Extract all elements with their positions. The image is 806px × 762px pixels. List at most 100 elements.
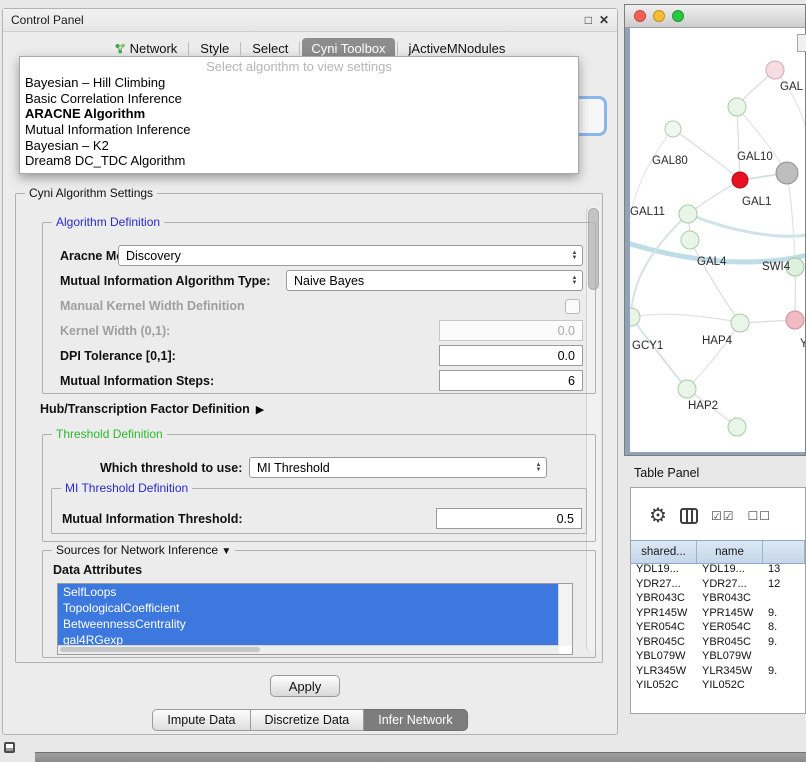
attribute-list-item[interactable]: BetweennessCentrality [58,616,559,632]
which-threshold-select[interactable]: MI Threshold [249,457,547,478]
network-node[interactable] [728,98,746,116]
network-edge[interactable] [690,240,739,321]
mi-type-select[interactable]: Naive Bayes [286,270,583,291]
algorithm-option[interactable]: Mutual Information Inference [20,122,578,138]
panel-corner-icon[interactable] [4,742,15,753]
network-node[interactable] [679,205,697,223]
column-header[interactable]: shared... [631,541,697,563]
table-cell: YDL19... [631,562,697,577]
table-cell: YER054C [697,620,763,635]
table-row[interactable]: YPR145WYPR145W9. [631,606,805,621]
network-edge[interactable] [630,129,673,218]
table-row[interactable]: YBR045CYBR045C9. [631,635,805,650]
zoom-traffic-light-icon[interactable] [672,10,684,22]
node-label: GAL10 [737,151,773,163]
network-graph[interactable]: GALGAL80GAL10GAL1GAL11SWI4GAL4GCY1HAP4HA… [630,28,805,452]
data-attributes-list[interactable]: SelfLoopsTopologicalCoefficientBetweenne… [57,583,573,655]
scrollbar-thumb[interactable] [60,647,260,652]
network-edge[interactable] [737,107,740,179]
network-node[interactable] [681,231,699,249]
table-cell: YDR27... [697,577,763,592]
network-edge[interactable] [690,180,740,213]
minimize-traffic-light-icon[interactable] [653,10,665,22]
unchecked-boxes-icon[interactable]: ☐☐ [747,509,771,523]
close-icon[interactable]: ✕ [599,13,609,27]
threshold-definition-title: Threshold Definition [52,427,167,441]
network-edge[interactable] [787,173,795,266]
attribute-list-item[interactable]: TopologicalCoefficient [58,600,559,616]
table-row[interactable]: YIL052CYIL052C [631,678,805,693]
algorithm-option[interactable]: Bayesian – K2 [20,138,578,154]
kernel-width-label: Kernel Width (0,1): [60,323,170,339]
float-window-icon[interactable]: □ [585,13,592,27]
table-cell: 12 [763,577,805,592]
which-threshold-value: MI Threshold [257,461,330,475]
network-edge[interactable] [631,317,686,388]
gear-icon[interactable]: ⚙ [649,505,667,527]
table-cell: YPR145W [631,606,697,621]
network-edge[interactable] [673,129,739,178]
table-row[interactable]: YDL19...YDL19...13 [631,562,805,577]
tab-discretize-data[interactable]: Discretize Data [251,709,365,731]
network-edge[interactable] [631,314,739,322]
network-node[interactable] [766,61,784,79]
close-traffic-light-icon[interactable] [634,10,646,22]
network-node[interactable] [678,380,696,398]
table-row[interactable]: YBR043CYBR043C [631,591,805,606]
network-node[interactable] [665,121,681,137]
network-canvas[interactable]: GALGAL80GAL10GAL1GAL11SWI4GAL4GCY1HAP4HA… [630,28,805,452]
network-node[interactable] [728,418,746,436]
table-cell: YBR045C [697,635,763,650]
kernel-width-field[interactable]: 0.0 [439,320,583,341]
network-window-titlebar[interactable] [625,5,805,28]
table-cell: 13 [763,562,805,577]
apply-button[interactable]: Apply [270,675,340,697]
algorithm-option[interactable]: Dream8 DC_TDC Algorithm [20,153,578,169]
aracne-mode-value: Discovery [126,249,181,263]
column-header[interactable] [763,541,805,563]
table-cell: YDL19... [697,562,763,577]
hub-definition-toggle[interactable]: Hub/Transcription Factor Definition ▶ [40,402,264,416]
network-node[interactable] [732,172,748,188]
mi-threshold-group: MI Threshold Definition Mutual Informati… [51,488,587,534]
tab-separator [397,42,398,55]
tab-impute-data[interactable]: Impute Data [152,709,250,731]
manual-kernel-label: Manual Kernel Width Definition [60,298,245,314]
list-vertical-scrollbar[interactable] [558,584,572,646]
algorithm-option[interactable]: ARACNE Algorithm [20,106,578,122]
tab-infer-network[interactable]: Infer Network [364,709,467,731]
columns-icon[interactable] [680,508,698,524]
column-header[interactable]: name [697,541,763,563]
table-row[interactable]: YLR345WYLR345W9. [631,664,805,679]
table-row[interactable]: YBL079WYBL079W [631,649,805,664]
canvas-scroll-corner[interactable] [797,34,806,52]
network-node[interactable] [786,311,804,329]
which-threshold-label: Which threshold to use: [100,460,242,476]
list-horizontal-scrollbar[interactable] [58,645,559,654]
attribute-list-item[interactable]: SelfLoops [58,584,559,600]
attribute-rows: SelfLoopsTopologicalCoefficientBetweenne… [58,584,559,648]
network-node[interactable] [776,162,798,184]
sources-title[interactable]: Sources for Network Inference ▼ [52,543,235,557]
aracne-mode-select[interactable]: Discovery [118,245,583,266]
algorithm-option[interactable]: Bayesian – Hill Climbing [20,75,578,91]
manual-kernel-checkbox[interactable] [565,299,580,314]
table-row[interactable]: YDR27...YDR27...12 [631,577,805,592]
network-edge[interactable] [775,70,805,128]
network-node[interactable] [630,308,640,326]
table-row[interactable]: YER054CYER054C8. [631,620,805,635]
combo-arrows-icon [567,251,582,261]
table-cell: 9. [763,606,805,621]
network-node[interactable] [731,314,749,332]
checked-boxes-icon[interactable]: ☑☑ [711,509,735,523]
cyni-settings-group: Cyni Algorithm Settings Algorithm Defini… [15,193,603,663]
node-label: GAL80 [652,155,688,167]
network-edge[interactable] [688,214,805,236]
algorithm-option[interactable]: Basic Correlation Inference [20,91,578,107]
mi-threshold-field[interactable]: 0.5 [436,508,582,529]
threshold-definition-group: Threshold Definition Which threshold to … [42,434,596,542]
table-cell: YER054C [631,620,697,635]
mi-steps-field[interactable]: 6 [439,370,583,391]
dpi-tolerance-field[interactable]: 0.0 [439,345,583,366]
network-edge[interactable] [631,214,688,316]
